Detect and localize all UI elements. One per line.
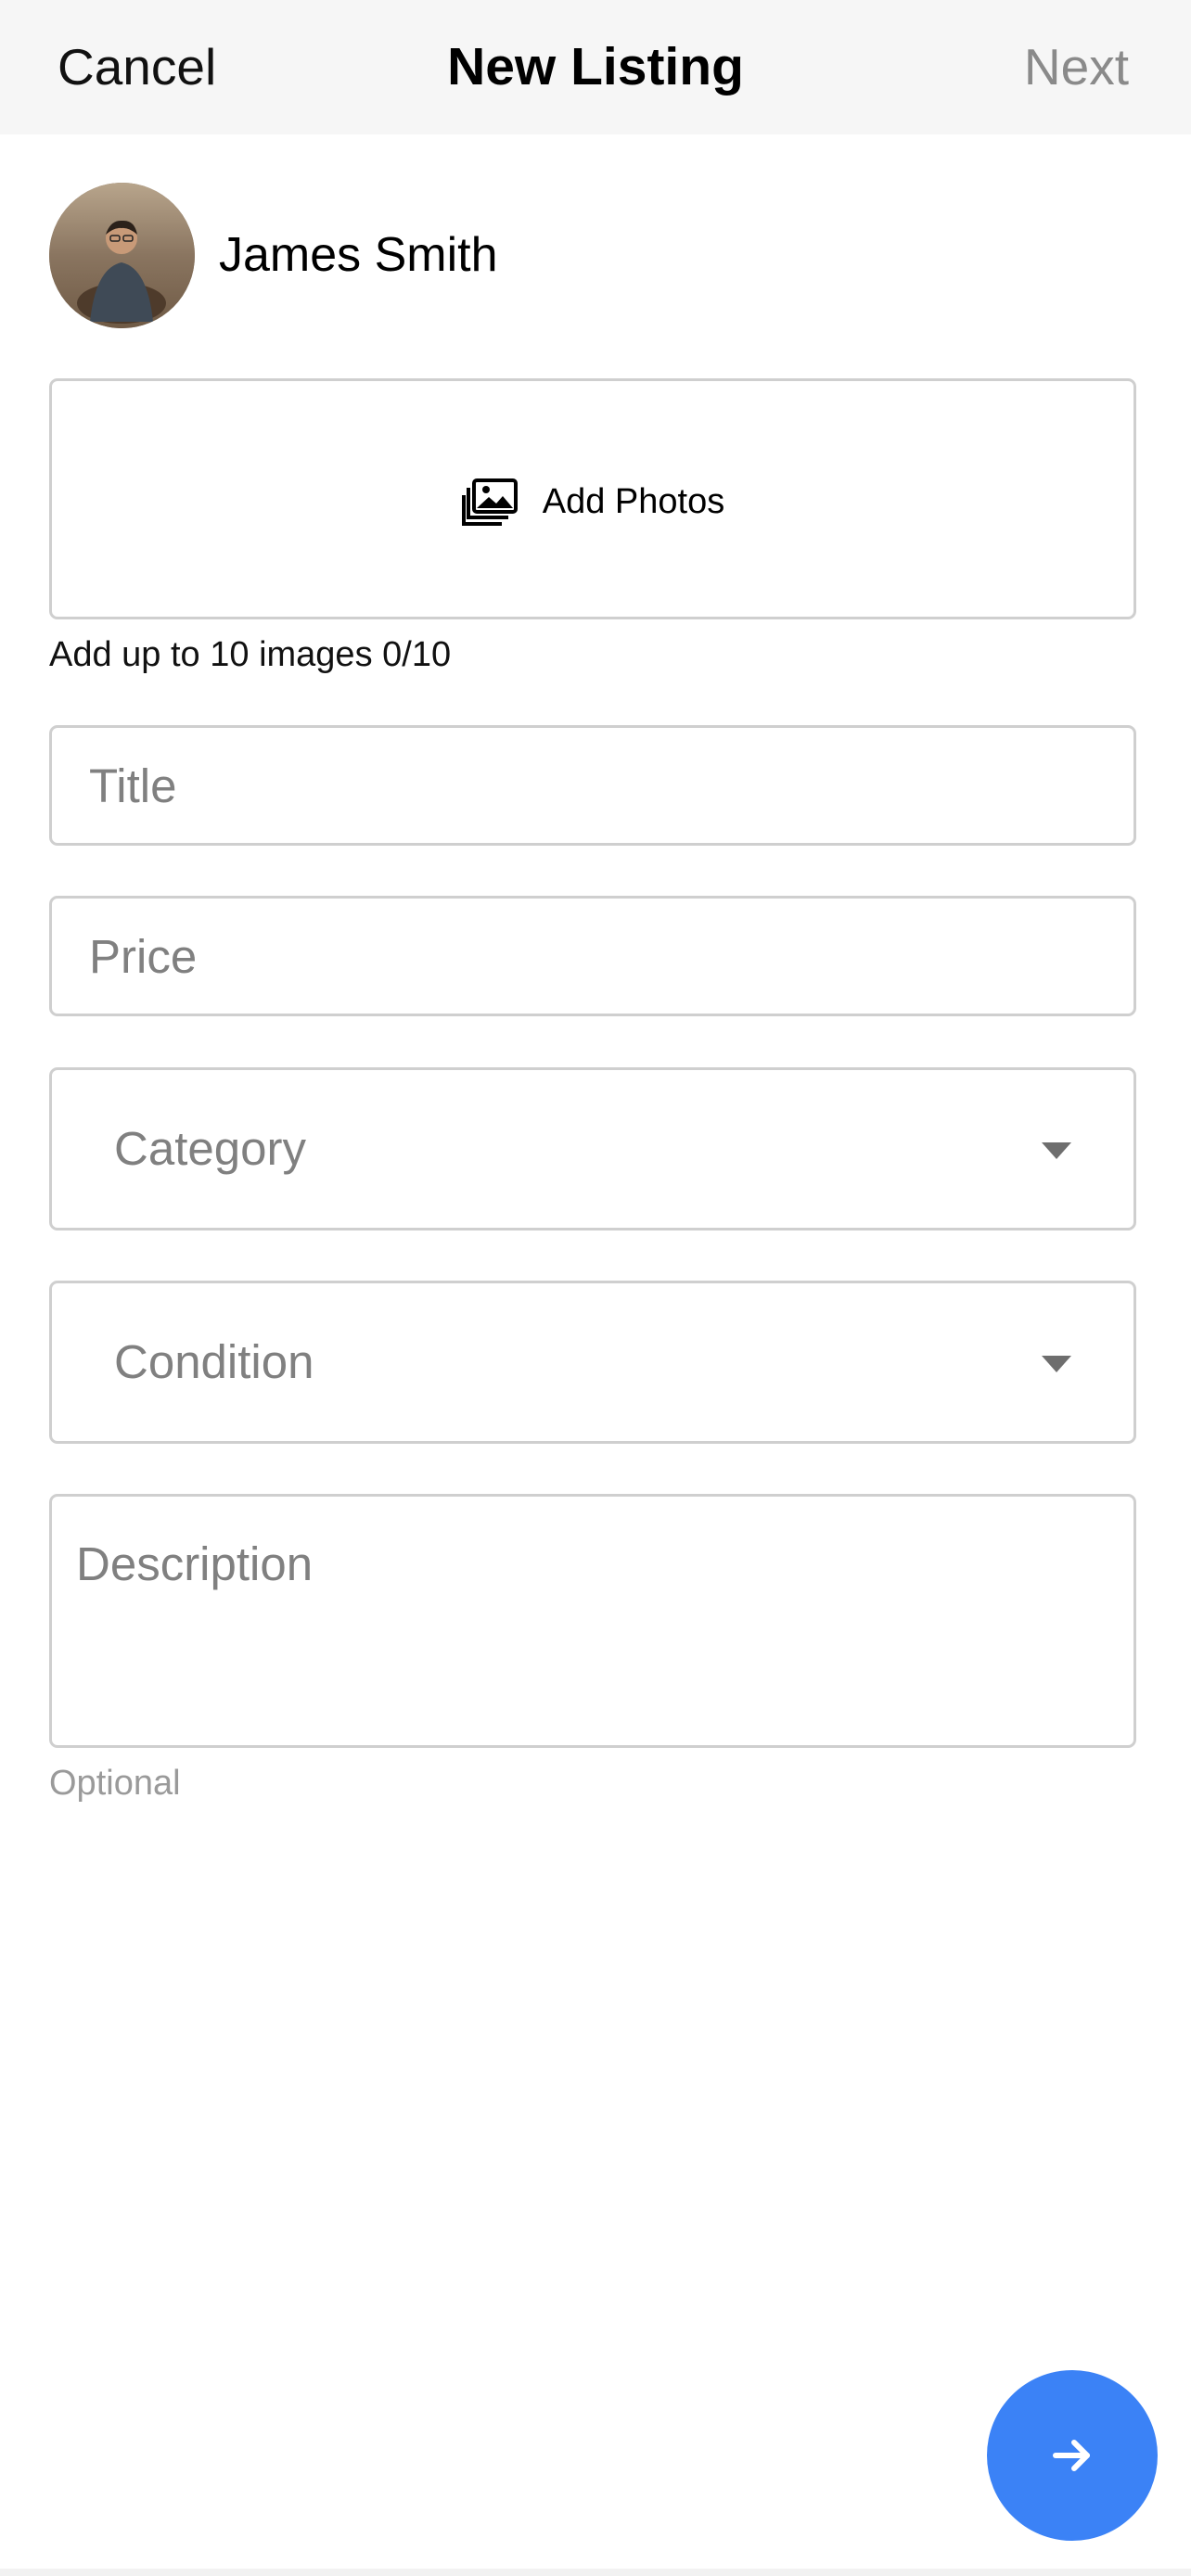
title-field xyxy=(49,725,1136,846)
description-input[interactable] xyxy=(76,1534,1106,1728)
add-photos-label: Add Photos xyxy=(542,482,725,521)
add-photos-button[interactable]: Add Photos xyxy=(49,378,1136,619)
condition-select[interactable]: Condition xyxy=(49,1281,1136,1444)
price-input[interactable] xyxy=(89,899,1091,1014)
chevron-down-icon xyxy=(1042,1356,1071,1372)
price-field xyxy=(49,896,1136,1016)
title-input[interactable] xyxy=(89,728,1091,843)
photos-icon xyxy=(461,478,519,526)
arrow-right-icon xyxy=(1053,2440,1090,2471)
next-step-button[interactable] xyxy=(987,2370,1158,2541)
add-photos-content: Add Photos xyxy=(52,476,1133,528)
photo-limit-hint: Add up to 10 images 0/10 xyxy=(49,635,452,674)
top-navigation-bar: Cancel New Listing Next xyxy=(0,0,1191,134)
profile-name: James Smith xyxy=(219,228,498,282)
next-button[interactable]: Next xyxy=(1024,33,1129,100)
description-field xyxy=(49,1494,1136,1748)
page-title: New Listing xyxy=(447,37,744,96)
avatar xyxy=(49,183,195,328)
description-optional-hint: Optional xyxy=(49,1764,181,1803)
condition-select-label: Condition xyxy=(114,1335,314,1388)
chevron-down-icon xyxy=(1042,1142,1071,1159)
category-select-label: Category xyxy=(114,1122,306,1175)
category-select[interactable]: Category xyxy=(49,1067,1136,1231)
bottom-edge xyxy=(0,2569,1191,2576)
